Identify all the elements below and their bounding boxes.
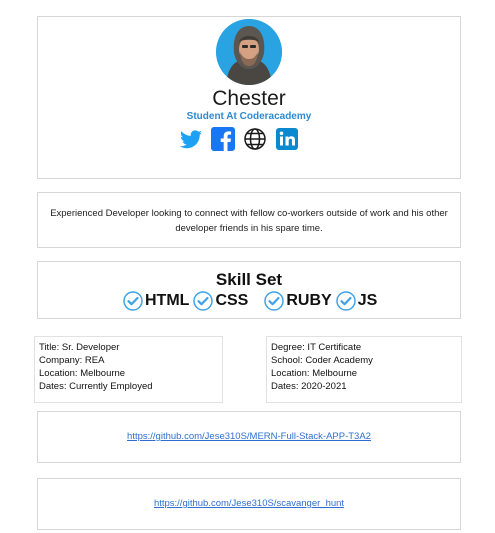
check-icon [335, 291, 356, 311]
skill-label: CSS [215, 292, 249, 309]
avatar-image [216, 19, 282, 85]
work-details: Title: Sr. Developer Company: REA Locati… [39, 341, 153, 393]
education-school: School: Coder Academy [271, 355, 373, 366]
facebook-icon[interactable] [211, 127, 235, 151]
education-degree: Degree: IT Certificate [271, 342, 362, 353]
check-icon [264, 291, 285, 311]
linkedin-icon[interactable] [275, 127, 299, 151]
skill-item-html: HTML [123, 291, 189, 311]
bio-card: Experienced Developer looking to connect… [37, 192, 461, 248]
repo-link[interactable]: https://github.com/Jese310S/MERN-Full-St… [38, 431, 460, 442]
skills-title: Skill Set [215, 270, 283, 289]
skill-label: HTML [145, 292, 190, 309]
education-dates: Dates: 2020-2021 [271, 381, 347, 392]
skill-item-js: JS [335, 291, 378, 311]
social-links [179, 127, 299, 151]
profile-name: Chester [212, 87, 286, 110]
work-title: Title: Sr. Developer [39, 342, 120, 353]
skill-item-css: CSS [193, 291, 248, 311]
skill-item-ruby: RUBY [264, 291, 332, 311]
profile-card: Chester Student At Coderacademy [37, 16, 461, 179]
check-icon [123, 291, 143, 311]
skill-label: JS [357, 292, 378, 309]
profile-role: Student At Coderacademy [186, 111, 312, 122]
skills-list: HTML CSS RUBY JS [123, 291, 381, 311]
repo-card: https://github.com/Jese310S/MERN-Full-St… [37, 411, 461, 463]
repo-card: https://github.com/Jese310S/scavanger_hu… [37, 478, 461, 530]
education-card: Degree: IT Certificate School: Coder Aca… [266, 336, 462, 403]
work-experience-card: Title: Sr. Developer Company: REA Locati… [34, 336, 223, 403]
globe-icon[interactable] [243, 127, 267, 151]
work-dates: Dates: Currently Employed [39, 381, 153, 392]
twitter-icon[interactable] [179, 127, 203, 151]
education-location: Location: Melbourne [271, 368, 358, 379]
skills-card: Skill Set HTML CSS RUBY JS [37, 261, 461, 319]
work-location: Location: Melbourne [39, 368, 126, 379]
skill-label: RUBY [286, 292, 332, 309]
work-company: Company: REA [39, 355, 105, 366]
repo-link[interactable]: https://github.com/Jese310S/scavanger_hu… [38, 498, 460, 509]
avatar [216, 19, 282, 85]
check-icon [193, 291, 214, 311]
education-details: Degree: IT Certificate School: Coder Aca… [271, 341, 373, 393]
bio-text: Experienced Developer looking to connect… [50, 208, 448, 234]
